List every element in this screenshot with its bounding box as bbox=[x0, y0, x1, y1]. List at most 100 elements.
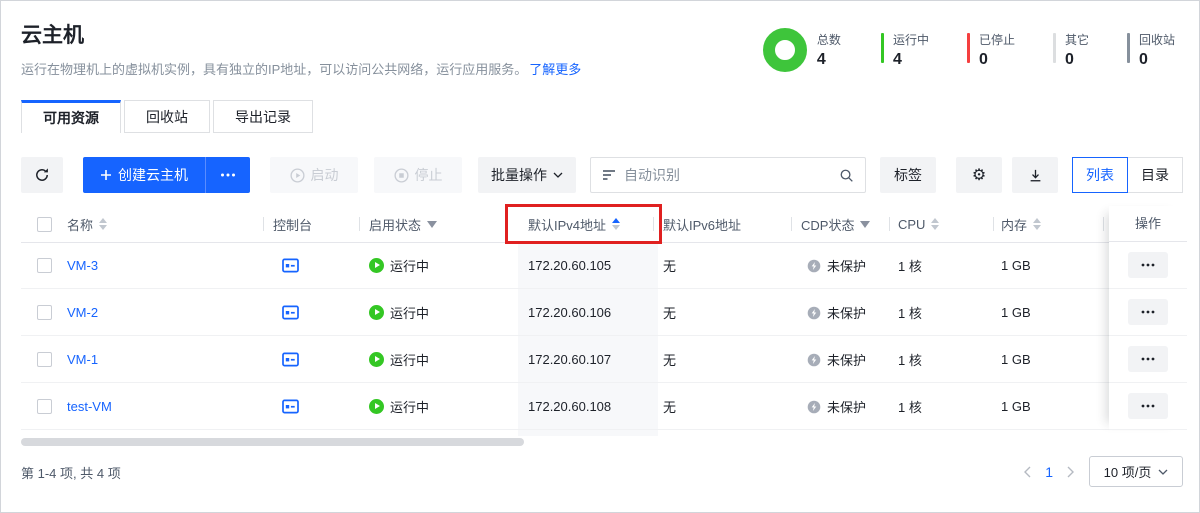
vm-name-link[interactable]: VM-2 bbox=[67, 289, 98, 336]
toolbar: 创建云主机 启动 停止 批量操作 标签 ⚙ 列表 目录 bbox=[21, 157, 1183, 193]
status-cell: 运行中 bbox=[369, 383, 429, 430]
sort-icon[interactable] bbox=[99, 218, 107, 230]
ipv6-cell: 无 bbox=[663, 242, 676, 289]
filter-icon[interactable] bbox=[860, 221, 870, 228]
column-label: CPU bbox=[898, 217, 925, 232]
export-button[interactable] bbox=[1012, 157, 1058, 193]
column-divider bbox=[263, 217, 264, 231]
table-row: VM-1 运行中 172.20.60.107 无 未保护 1 核 1 GB bbox=[1, 336, 1200, 383]
console-button[interactable] bbox=[282, 336, 299, 383]
subtitle-text: 运行在物理机上的虚拟机实例，具有独立的IP地址，可以访问公共网络，运行应用服务。 bbox=[21, 62, 527, 77]
tab-bar: 可用资源 回收站 导出记录 bbox=[21, 100, 313, 133]
row-more-actions-button[interactable] bbox=[1128, 393, 1168, 419]
column-header-name[interactable]: 名称 bbox=[67, 206, 107, 242]
stat-bar-other bbox=[1053, 33, 1056, 63]
console-button[interactable] bbox=[282, 383, 299, 430]
create-vm-button[interactable]: 创建云主机 bbox=[83, 157, 205, 193]
batch-actions-button[interactable]: 批量操作 bbox=[478, 157, 576, 193]
stat-recycle: 回收站 0 bbox=[1127, 31, 1175, 69]
stat-label: 已停止 bbox=[979, 31, 1015, 48]
row-more-actions-button[interactable] bbox=[1128, 252, 1168, 278]
select-all-checkbox[interactable] bbox=[37, 217, 52, 232]
tab-available-resources[interactable]: 可用资源 bbox=[21, 100, 121, 133]
prev-page-button[interactable] bbox=[1023, 466, 1031, 478]
view-catalog-segment[interactable]: 目录 bbox=[1127, 157, 1183, 193]
settings-button[interactable]: ⚙ bbox=[956, 157, 1002, 193]
tab-recycle-bin[interactable]: 回收站 bbox=[124, 100, 210, 133]
tab-export-records[interactable]: 导出记录 bbox=[213, 100, 313, 133]
stat-value: 0 bbox=[979, 51, 1015, 69]
vm-name-link[interactable]: VM-3 bbox=[67, 242, 98, 289]
row-checkbox[interactable] bbox=[37, 352, 52, 367]
status-text: 运行中 bbox=[390, 256, 429, 275]
page-size-select[interactable]: 10 项/页 bbox=[1089, 456, 1183, 487]
column-header-console: 控制台 bbox=[273, 206, 312, 242]
status-text: 运行中 bbox=[390, 350, 429, 369]
cdp-cell: 未保护 bbox=[807, 336, 866, 383]
view-list-segment[interactable]: 列表 bbox=[1072, 157, 1128, 193]
mem-cell: 1 GB bbox=[1001, 336, 1031, 383]
learn-more-link[interactable]: 了解更多 bbox=[529, 62, 581, 77]
column-header-cdp[interactable]: CDP状态 bbox=[801, 206, 870, 242]
vm-name-link[interactable]: VM-1 bbox=[67, 336, 98, 383]
column-header-mem[interactable]: 内存 bbox=[1001, 206, 1041, 242]
ops-slot bbox=[1109, 242, 1187, 289]
start-button[interactable]: 启动 bbox=[270, 157, 358, 193]
column-label: 名称 bbox=[67, 215, 93, 234]
cdp-cell: 未保护 bbox=[807, 242, 866, 289]
column-header-cpu[interactable]: CPU bbox=[898, 206, 939, 242]
mem-cell: 1 GB bbox=[1001, 383, 1031, 430]
chevron-left-icon bbox=[1023, 466, 1031, 478]
next-page-button[interactable] bbox=[1067, 466, 1075, 478]
stat-bar-recycle bbox=[1127, 33, 1130, 63]
search-input[interactable] bbox=[624, 167, 831, 183]
stat-total-label: 总数 bbox=[817, 31, 841, 48]
cloud-host-page: 云主机 运行在物理机上的虚拟机实例，具有独立的IP地址，可以访问公共网络，运行应… bbox=[0, 0, 1200, 513]
stat-label: 其它 bbox=[1065, 31, 1089, 48]
status-cell: 运行中 bbox=[369, 242, 429, 289]
cdp-cell: 未保护 bbox=[807, 289, 866, 336]
refresh-button[interactable] bbox=[21, 157, 63, 193]
stat-value: 0 bbox=[1139, 51, 1175, 69]
cdp-text: 未保护 bbox=[827, 350, 866, 369]
batch-actions-label: 批量操作 bbox=[491, 165, 547, 185]
pagination: 1 10 项/页 bbox=[1023, 456, 1183, 487]
ipv6-cell: 无 bbox=[663, 336, 676, 383]
row-more-actions-button[interactable] bbox=[1128, 346, 1168, 372]
cdp-shield-icon bbox=[807, 306, 821, 320]
row-checkbox[interactable] bbox=[37, 399, 52, 414]
row-more-actions-button[interactable] bbox=[1128, 299, 1168, 325]
ellipsis-icon bbox=[1141, 357, 1155, 361]
stop-label: 停止 bbox=[415, 165, 443, 185]
ipv4-cell: 172.20.60.108 bbox=[528, 383, 611, 430]
ipv6-cell: 无 bbox=[663, 383, 676, 430]
console-button[interactable] bbox=[282, 289, 299, 336]
horizontal-scrollbar-thumb[interactable] bbox=[21, 438, 524, 446]
view-toggle: 列表 目录 bbox=[1072, 157, 1183, 193]
sort-icon[interactable] bbox=[1033, 218, 1041, 230]
row-checkbox[interactable] bbox=[37, 258, 52, 273]
sort-icon[interactable] bbox=[931, 218, 939, 230]
filter-icon[interactable] bbox=[427, 221, 437, 228]
create-more-button[interactable] bbox=[205, 157, 250, 193]
stat-bar-running bbox=[881, 33, 884, 63]
search-box bbox=[590, 157, 866, 193]
stop-button[interactable]: 停止 bbox=[374, 157, 462, 193]
column-header-status[interactable]: 启用状态 bbox=[369, 206, 437, 242]
operations-column: 操作 bbox=[1109, 206, 1187, 430]
console-icon bbox=[282, 352, 299, 367]
running-status-icon bbox=[369, 352, 384, 367]
tag-button[interactable]: 标签 bbox=[880, 157, 936, 193]
status-cell: 运行中 bbox=[369, 289, 429, 336]
column-label: 默认IPv6地址 bbox=[663, 215, 741, 234]
vm-name-link[interactable]: test-VM bbox=[67, 383, 112, 430]
console-button[interactable] bbox=[282, 242, 299, 289]
page-number-current[interactable]: 1 bbox=[1045, 464, 1053, 480]
cdp-shield-icon bbox=[807, 400, 821, 414]
stat-value: 4 bbox=[893, 51, 929, 69]
cdp-cell: 未保护 bbox=[807, 383, 866, 430]
search-icon[interactable] bbox=[839, 168, 854, 183]
more-dots-icon bbox=[220, 173, 236, 177]
row-checkbox[interactable] bbox=[37, 305, 52, 320]
column-label: 启用状态 bbox=[369, 215, 421, 234]
